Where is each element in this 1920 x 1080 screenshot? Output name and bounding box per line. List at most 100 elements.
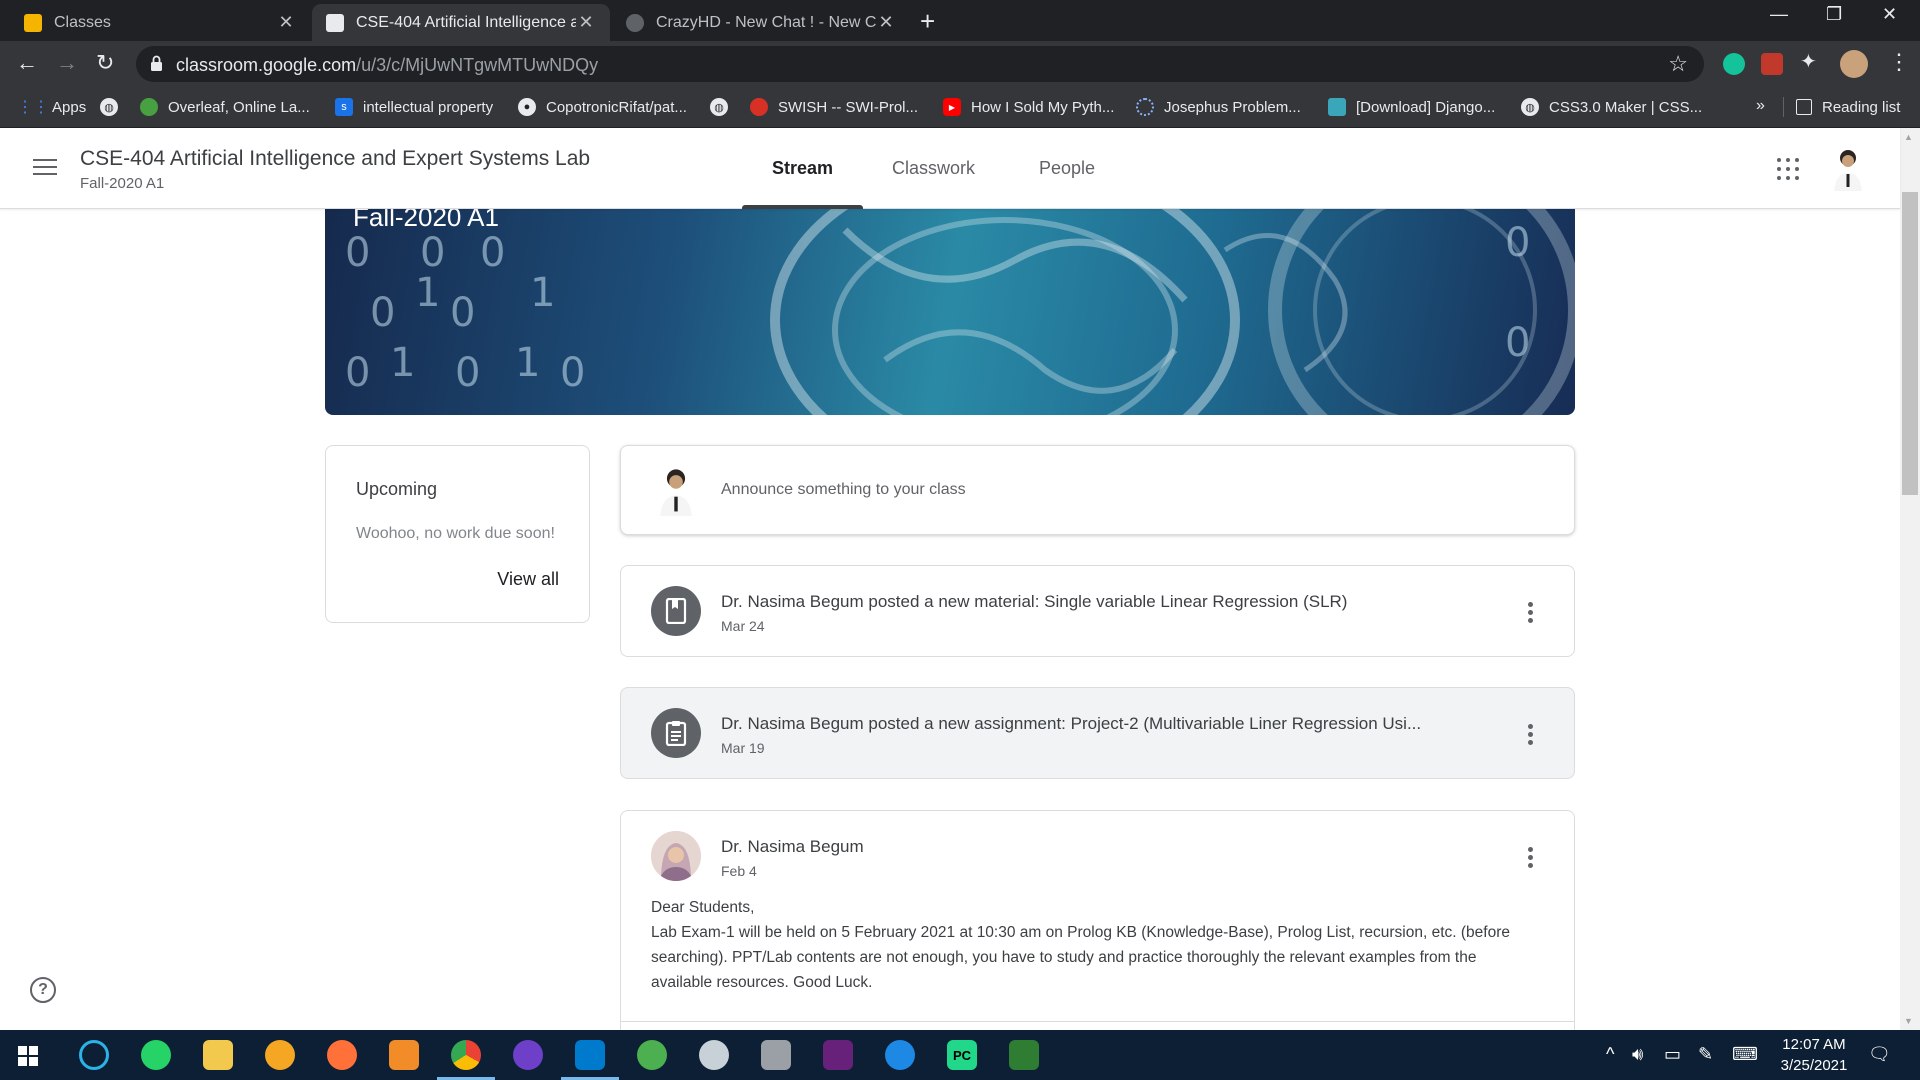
post-options-kebab-icon[interactable]: [1528, 724, 1534, 745]
bookmark-label: Overleaf, Online La...: [168, 98, 310, 116]
close-window-icon[interactable]: ✕: [1882, 4, 1897, 25]
bookmark-css3-maker[interactable]: ◍ CSS3.0 Maker | CSS...: [1521, 87, 1702, 127]
browser-menu-icon[interactable]: ⋮: [1888, 50, 1910, 74]
app-icon[interactable]: [1009, 1040, 1039, 1070]
page-scrollbar[interactable]: ▲ ▼: [1900, 128, 1920, 1030]
main-menu-hamburger-icon[interactable]: [33, 159, 57, 177]
class-section: Fall-2020 A1: [80, 175, 165, 192]
extensions-puzzle-icon[interactable]: ✦: [1800, 50, 1817, 74]
binary-digit: 1: [515, 340, 541, 386]
globe-favicon-icon: [626, 13, 644, 32]
close-tab-icon[interactable]: ✕: [876, 12, 896, 33]
scroll-down-arrow-icon[interactable]: ▼: [1904, 1016, 1913, 1026]
site-s-icon: s: [335, 98, 353, 116]
binary-digit: 0: [480, 230, 506, 276]
view-all-link[interactable]: View all: [497, 569, 559, 590]
notifications-icon[interactable]: 🗨︎: [1868, 1044, 1891, 1065]
browser-tab-active[interactable]: CSE-404 Artificial Intelligence and ✕: [312, 4, 610, 41]
bookmark-star-icon[interactable]: ☆: [1668, 51, 1688, 77]
binary-digit: 0: [450, 290, 476, 336]
tab-classwork[interactable]: Classwork: [892, 158, 975, 179]
volume-icon[interactable]: 🔊︎: [1632, 1044, 1643, 1065]
bookmark-globe[interactable]: ◍: [100, 87, 128, 127]
visual-studio-icon[interactable]: [823, 1040, 853, 1070]
show-hidden-icons-chevron-icon[interactable]: ^: [1606, 1044, 1614, 1065]
address-bar[interactable]: classroom.google.com/u/3/c/MjUwNTgwMTUwN…: [136, 46, 1704, 82]
post-title[interactable]: Dr. Nasima Begum posted a new material: …: [721, 592, 1491, 612]
grammarly-extension-icon[interactable]: [1723, 53, 1745, 75]
reading-list-button[interactable]: Reading list: [1796, 87, 1900, 127]
messenger-icon[interactable]: [885, 1040, 915, 1070]
extension-icon[interactable]: [1761, 53, 1783, 75]
more-bookmarks-chevron-icon[interactable]: »: [1756, 97, 1765, 115]
firefox-icon[interactable]: [327, 1040, 357, 1070]
class-title[interactable]: CSE-404 Artificial Intelligence and Expe…: [80, 147, 590, 171]
bookmark-intellectual-property[interactable]: s intellectual property: [335, 87, 493, 127]
browser-tab-crazyhd[interactable]: CrazyHD - New Chat ! - New Cha ✕: [612, 4, 910, 41]
pen-icon[interactable]: ✎: [1698, 1044, 1713, 1065]
loading-circle-icon: [1136, 98, 1154, 116]
scrollbar-thumb[interactable]: [1902, 192, 1918, 495]
classroom-class-favicon-icon: [326, 13, 344, 32]
bookmark-django[interactable]: [Download] Django...: [1328, 87, 1495, 127]
post-options-kebab-icon[interactable]: [1528, 602, 1534, 623]
bookmark-overleaf[interactable]: Overleaf, Online La...: [140, 87, 310, 127]
account-avatar[interactable]: [1828, 147, 1868, 191]
github-desktop-icon[interactable]: [513, 1040, 543, 1070]
whatsapp-icon[interactable]: [141, 1040, 171, 1070]
swish-owl-icon: [750, 98, 768, 116]
bookmark-github[interactable]: ● CopotronicRifat/pat...: [518, 87, 687, 127]
clock-time: 12:07 AM: [1782, 1036, 1846, 1053]
bookmark-josephus[interactable]: Josephus Problem...: [1136, 87, 1301, 127]
close-tab-icon[interactable]: ✕: [576, 12, 596, 33]
class-banner: 0 0 0 1 1 0 0 0 1 0 1 0 0 0 Fall-2020 A1: [325, 190, 1575, 415]
bookmark-label: [Download] Django...: [1356, 98, 1496, 116]
network-icon[interactable]: ▭: [1664, 1044, 1681, 1065]
new-tab-button[interactable]: +: [920, 8, 935, 34]
browser-tab-classes[interactable]: Classes ✕: [10, 4, 310, 41]
windows-start-icon[interactable]: [18, 1046, 38, 1066]
announcement-options-kebab-icon[interactable]: [1528, 847, 1534, 868]
forward-arrow-icon[interactable]: →: [56, 51, 78, 75]
file-explorer-icon[interactable]: [203, 1040, 233, 1070]
bookmark-apps[interactable]: ⋮⋮ Apps: [17, 87, 86, 127]
close-tab-icon[interactable]: ✕: [276, 12, 296, 33]
globe-icon: ◍: [1521, 98, 1539, 116]
bookmark-swish[interactable]: SWISH -- SWI-Prol...: [750, 87, 918, 127]
app-icon[interactable]: [761, 1040, 791, 1070]
teamviewer-icon[interactable]: [79, 1040, 109, 1070]
scroll-up-arrow-icon[interactable]: ▲: [1904, 132, 1913, 142]
bookmark-youtube[interactable]: ▶ How I Sold My Pyth...: [943, 87, 1114, 127]
bookmark-globe-2[interactable]: ◍: [710, 87, 738, 127]
chrome-icon[interactable]: [451, 1040, 481, 1070]
tab-people[interactable]: People: [1039, 158, 1095, 179]
globe-app-icon[interactable]: [637, 1040, 667, 1070]
bookmark-label: SWISH -- SWI-Prol...: [778, 98, 918, 116]
help-question-icon[interactable]: ?: [30, 977, 56, 1003]
taskbar-clock[interactable]: 12:07 AM 3/25/2021: [1764, 1034, 1864, 1076]
author-name[interactable]: Dr. Nasima Begum: [721, 837, 864, 857]
restore-window-icon[interactable]: ❐: [1826, 4, 1842, 25]
announce-box[interactable]: Announce something to your class: [620, 445, 1575, 535]
back-arrow-icon[interactable]: ←: [16, 51, 38, 75]
pycharm-icon[interactable]: PC: [947, 1040, 977, 1070]
google-apps-grid-icon[interactable]: [1777, 158, 1799, 180]
vscode-icon[interactable]: [575, 1040, 605, 1070]
stream-post-assignment[interactable]: Dr. Nasima Begum posted a new assignment…: [620, 687, 1575, 779]
reload-icon[interactable]: ↻: [96, 51, 114, 75]
profile-avatar-icon[interactable]: [1840, 50, 1868, 78]
bookmark-label: How I Sold My Pyth...: [971, 98, 1115, 116]
reading-list-label: Reading list: [1822, 98, 1901, 116]
announce-placeholder[interactable]: Announce something to your class: [721, 481, 966, 499]
app-icon[interactable]: [389, 1040, 419, 1070]
keyboard-icon[interactable]: ⌨: [1732, 1044, 1758, 1065]
tab-title: Classes: [54, 13, 111, 31]
torrent-icon[interactable]: [265, 1040, 295, 1070]
tab-stream[interactable]: Stream: [772, 158, 833, 179]
app-icon[interactable]: [699, 1040, 729, 1070]
stream-post-material[interactable]: Dr. Nasima Begum posted a new material: …: [620, 565, 1575, 657]
post-title[interactable]: Dr. Nasima Begum posted a new assignment…: [721, 714, 1491, 734]
binary-digit: 0: [370, 290, 396, 336]
reading-list-icon: [1796, 99, 1812, 115]
minimize-window-icon[interactable]: —: [1770, 4, 1788, 25]
